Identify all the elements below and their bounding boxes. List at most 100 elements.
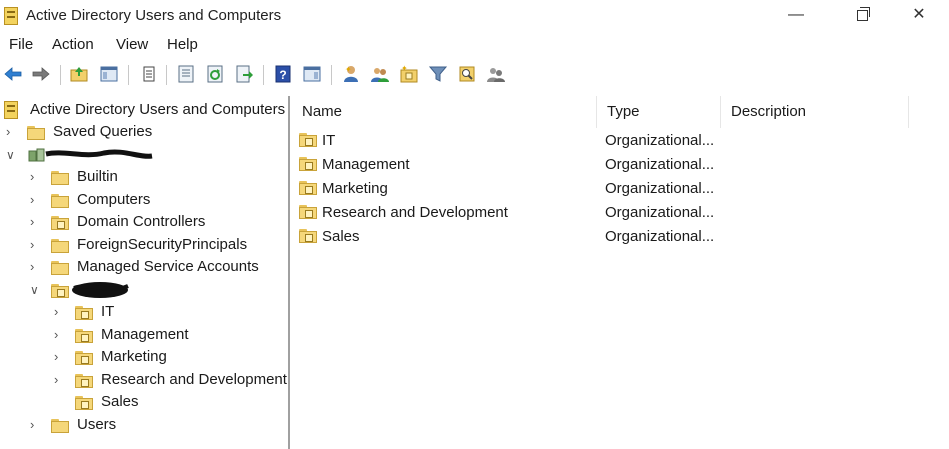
ou-icon (75, 306, 93, 320)
tree-item-label: Computers (77, 191, 151, 208)
ou-icon (51, 284, 69, 298)
toolbar-separator (331, 65, 332, 85)
ou-icon (299, 181, 317, 195)
chevron-right-icon[interactable]: › (54, 370, 66, 390)
ou-icon (75, 351, 93, 365)
up-folder-icon[interactable] (69, 64, 89, 84)
chevron-right-icon[interactable]: › (30, 415, 42, 435)
list-item-type: Organizational... (605, 180, 715, 197)
list-item[interactable]: IT Organizational... (292, 129, 949, 153)
tree-root[interactable]: Active Directory Users and Computers [ (4, 100, 290, 120)
folder-icon (51, 261, 69, 275)
tree-item-label: Users (77, 416, 117, 433)
window-title: Active Directory Users and Computers (26, 7, 282, 24)
properties-icon[interactable] (176, 64, 196, 84)
list-item[interactable]: Marketing Organizational... (292, 177, 949, 201)
menu-file[interactable]: File (9, 36, 33, 53)
list-item-name: Research and Development (322, 204, 508, 221)
redacted-domain-name (45, 149, 153, 159)
back-icon[interactable] (3, 64, 23, 84)
list-item-type: Organizational... (605, 204, 715, 221)
folder-icon (27, 126, 45, 140)
close-button[interactable]: ✕ (896, 0, 942, 32)
list-item-name: Sales (322, 228, 360, 245)
tree-item-redacted-ou[interactable]: ∨ (30, 280, 140, 300)
chevron-right-icon[interactable]: › (6, 122, 18, 142)
title-bar: Active Directory Users and Computers — ✕ (0, 0, 949, 32)
list-item-type: Organizational... (605, 156, 715, 173)
tree-item-label: Builtin (77, 168, 118, 185)
help-icon[interactable]: ? (273, 64, 293, 84)
folder-icon (51, 194, 69, 208)
new-ou-icon[interactable]: ✦ (399, 64, 419, 84)
tree-item-domain[interactable]: ∨ (6, 145, 166, 165)
list-item-name: IT (322, 132, 336, 149)
chevron-right-icon[interactable]: › (30, 167, 42, 187)
ou-icon (75, 396, 93, 410)
chevron-right-icon[interactable]: › (54, 302, 66, 322)
ou-icon (299, 205, 317, 219)
list-item[interactable]: Sales Organizational... (292, 225, 949, 249)
tree-item-label: Management (101, 326, 189, 343)
list-item-type: Organizational... (605, 228, 715, 245)
ad-root-icon (4, 101, 18, 119)
chevron-right-icon[interactable]: › (30, 212, 42, 232)
svg-text:?: ? (279, 68, 286, 82)
toolbar-separator (128, 65, 129, 85)
restore-icon (856, 7, 870, 21)
filter-icon[interactable] (428, 64, 448, 84)
details-list: Name Type Description IT Organizational.… (292, 96, 949, 449)
toolbar-separator (60, 65, 61, 85)
app-icon (4, 7, 18, 25)
add-to-group-icon[interactable] (486, 64, 506, 84)
chevron-down-icon[interactable]: ∨ (6, 145, 18, 165)
column-header-name[interactable]: Name (292, 96, 597, 128)
ou-icon (299, 157, 317, 171)
tree-item-label: ForeignSecurityPrincipals (77, 236, 248, 253)
tree-item-label: Sales (101, 393, 139, 410)
redacted-ou-name (72, 282, 129, 298)
show-console-tree-icon[interactable] (99, 64, 119, 84)
tree-root-label: Active Directory Users and Computers [ (30, 101, 290, 118)
menu-action[interactable]: Action (52, 36, 94, 53)
list-item[interactable]: Management Organizational... (292, 153, 949, 177)
chevron-right-icon[interactable]: › (30, 190, 42, 210)
folder-icon (51, 171, 69, 185)
tree-item-label: Saved Queries (53, 123, 153, 140)
maximize-button[interactable] (839, 0, 885, 32)
svg-text:✦: ✦ (401, 64, 408, 73)
new-user-icon[interactable]: ✦ (341, 64, 361, 84)
ou-icon (299, 229, 317, 243)
column-header-type[interactable]: Type (597, 96, 721, 128)
ou-icon (75, 329, 93, 343)
list-item-name: Marketing (322, 180, 388, 197)
chevron-down-icon[interactable]: ∨ (30, 280, 42, 300)
ou-icon (51, 216, 69, 230)
delete-icon[interactable] (139, 64, 159, 84)
minimize-button[interactable]: — (773, 0, 819, 32)
tree-item-label: IT (101, 303, 115, 320)
menu-view[interactable]: View (116, 36, 148, 53)
folder-icon (51, 239, 69, 253)
refresh-icon[interactable] (205, 64, 225, 84)
list-item[interactable]: Research and Development Organizational.… (292, 201, 949, 225)
column-header-description[interactable]: Description (721, 96, 909, 128)
list-item-name: Management (322, 156, 410, 173)
find-icon[interactable] (457, 64, 477, 84)
toolbar-separator (166, 65, 167, 85)
tree-item-label: Managed Service Accounts (77, 258, 259, 275)
show-action-pane-icon[interactable] (302, 64, 322, 84)
chevron-right-icon[interactable]: › (30, 257, 42, 277)
tree-item-label: Domain Controllers (77, 213, 206, 230)
toolbar: ? ✦ ✦ (0, 60, 949, 90)
list-item-type: Organizational... (605, 132, 715, 149)
chevron-right-icon[interactable]: › (54, 325, 66, 345)
chevron-right-icon[interactable]: › (30, 235, 42, 255)
new-group-icon[interactable] (370, 64, 390, 84)
ou-icon (75, 374, 93, 388)
forward-icon[interactable] (31, 64, 51, 84)
export-list-icon[interactable] (234, 64, 254, 84)
ou-icon (299, 133, 317, 147)
menu-help[interactable]: Help (167, 36, 198, 53)
chevron-right-icon[interactable]: › (54, 347, 66, 367)
